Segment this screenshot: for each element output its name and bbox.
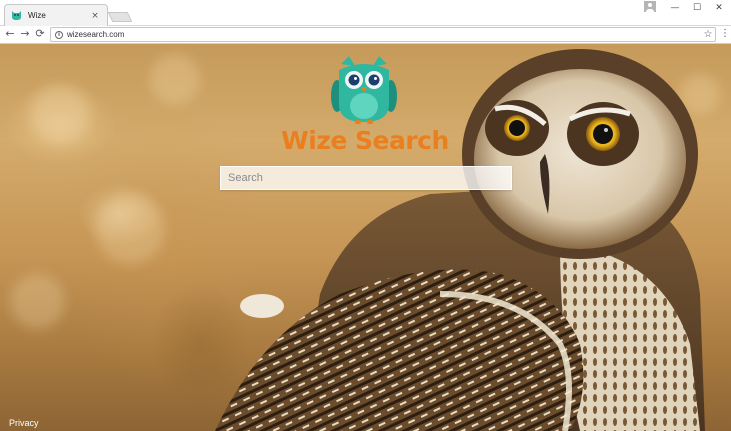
browser-titlebar: Wize × — ☐ ✕ — [0, 0, 731, 26]
browser-toolbar: ← → ⟳ i wizesearch.com ☆ ⋮ — [0, 26, 731, 44]
maximize-button[interactable]: ☐ — [688, 2, 706, 14]
address-bar[interactable]: i wizesearch.com ☆ — [50, 27, 716, 42]
search-input[interactable] — [220, 166, 512, 190]
forward-arrow-icon[interactable]: → — [18, 27, 32, 41]
tab-close-icon[interactable]: × — [89, 11, 101, 21]
site-info-icon[interactable]: i — [55, 30, 63, 39]
new-tab-button[interactable] — [107, 12, 133, 22]
brand-title: Wize Search — [281, 126, 449, 155]
tab-title: Wize — [28, 11, 46, 20]
reload-icon[interactable]: ⟳ — [33, 27, 47, 41]
browser-menu-icon[interactable]: ⋮ — [720, 28, 730, 40]
bookmark-star-icon[interactable]: ☆ — [701, 29, 715, 40]
url-text[interactable]: wizesearch.com — [67, 30, 701, 39]
profile-avatar-icon[interactable] — [644, 1, 656, 12]
close-window-button[interactable]: ✕ — [710, 2, 728, 14]
back-arrow-icon[interactable]: ← — [3, 27, 17, 41]
minimize-button[interactable]: — — [666, 2, 684, 14]
privacy-link[interactable]: Privacy — [9, 418, 39, 428]
wize-owl-logo-icon — [331, 56, 397, 124]
owl-favicon-icon — [12, 11, 21, 20]
wize-search-page: Wize Search Privacy — [0, 44, 731, 431]
browser-tab-active[interactable]: Wize × — [4, 4, 108, 26]
